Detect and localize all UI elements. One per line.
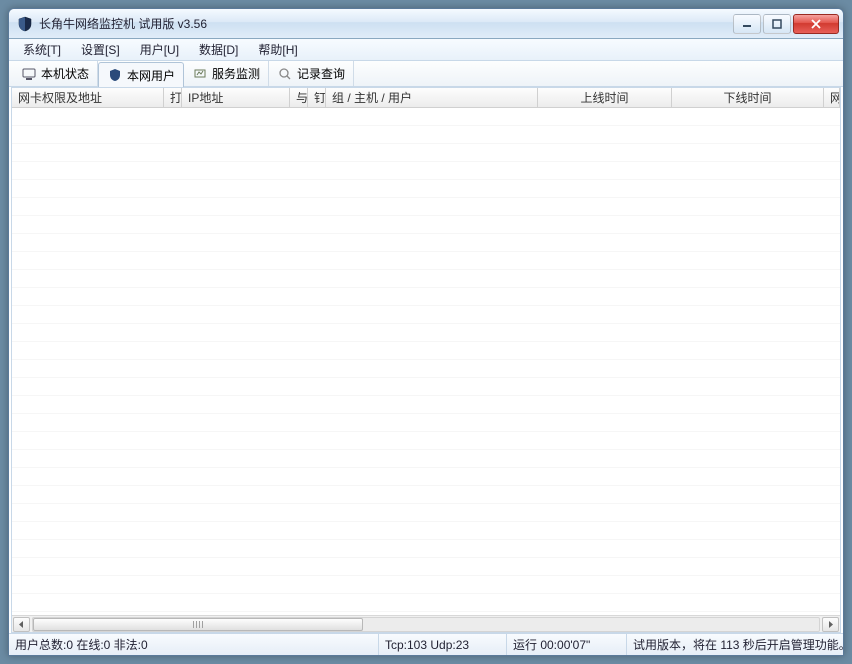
menu-system[interactable]: 系统[T] xyxy=(13,39,71,60)
minimize-button[interactable] xyxy=(733,14,761,34)
tab-label: 本网用户 xyxy=(127,67,175,84)
status-runtime: 运行 00:00'07" xyxy=(507,634,627,655)
col-offline-time[interactable]: 下线时间 xyxy=(672,88,824,107)
scroll-left-button[interactable] xyxy=(13,617,30,632)
search-icon xyxy=(277,66,293,82)
menubar: 系统[T] 设置[S] 用户[U] 数据[D] 帮助[H] xyxy=(9,39,843,61)
col-net[interactable]: 网 xyxy=(824,88,840,107)
col-nic-permission[interactable]: 网卡权限及地址 xyxy=(12,88,164,107)
grid-body[interactable] xyxy=(12,108,840,615)
col-flag2[interactable]: 与 xyxy=(290,88,308,107)
maximize-button[interactable] xyxy=(763,14,791,34)
monitor-icon xyxy=(192,66,208,82)
close-button[interactable] xyxy=(793,14,839,34)
tab-log-query[interactable]: 记录查询 xyxy=(269,61,354,86)
horizontal-scrollbar[interactable] xyxy=(12,615,840,632)
content-area: 网卡权限及地址 打 IP地址 与 钉 组 / 主机 / 用户 上线时间 下线时间… xyxy=(11,87,841,633)
status-tcpudp: Tcp:103 Udp:23 xyxy=(379,634,507,655)
scroll-right-button[interactable] xyxy=(822,617,839,632)
column-headers: 网卡权限及地址 打 IP地址 与 钉 组 / 主机 / 用户 上线时间 下线时间… xyxy=(12,88,840,108)
computer-icon xyxy=(21,66,37,82)
menu-settings[interactable]: 设置[S] xyxy=(71,39,130,60)
shield-icon xyxy=(107,67,123,83)
col-flag1[interactable]: 打 xyxy=(164,88,182,107)
tab-label: 记录查询 xyxy=(297,65,345,82)
tab-service-monitor[interactable]: 服务监测 xyxy=(184,61,269,86)
window-controls xyxy=(731,14,839,34)
menu-users[interactable]: 用户[U] xyxy=(130,39,189,60)
tab-label: 服务监测 xyxy=(212,65,260,82)
titlebar[interactable]: 长角牛网络监控机 试用版 v3.56 xyxy=(9,9,843,39)
col-flag3[interactable]: 钉 xyxy=(308,88,326,107)
col-group-host-user[interactable]: 组 / 主机 / 用户 xyxy=(326,88,538,107)
app-icon xyxy=(17,16,33,32)
window-title: 长角牛网络监控机 试用版 v3.56 xyxy=(39,15,731,32)
tab-network-users[interactable]: 本网用户 xyxy=(98,62,184,87)
scroll-track[interactable] xyxy=(32,617,820,632)
col-online-time[interactable]: 上线时间 xyxy=(538,88,672,107)
statusbar: 用户总数:0 在线:0 非法:0 Tcp:103 Udp:23 运行 00:00… xyxy=(9,633,843,655)
menu-data[interactable]: 数据[D] xyxy=(189,39,248,60)
tab-label: 本机状态 xyxy=(41,65,89,82)
toolbar-tabs: 本机状态 本网用户 服务监测 记录查询 xyxy=(9,61,843,87)
tab-local-status[interactable]: 本机状态 xyxy=(13,61,98,86)
status-trial: 试用版本，将在 113 秒后开启管理功能。 xyxy=(627,634,843,655)
col-ip[interactable]: IP地址 xyxy=(182,88,290,107)
menu-help[interactable]: 帮助[H] xyxy=(248,39,307,60)
status-users: 用户总数:0 在线:0 非法:0 xyxy=(9,634,379,655)
scroll-thumb[interactable] xyxy=(33,618,363,631)
app-window: 长角牛网络监控机 试用版 v3.56 系统[T] 设置[S] 用户[U] 数据[… xyxy=(8,8,844,656)
